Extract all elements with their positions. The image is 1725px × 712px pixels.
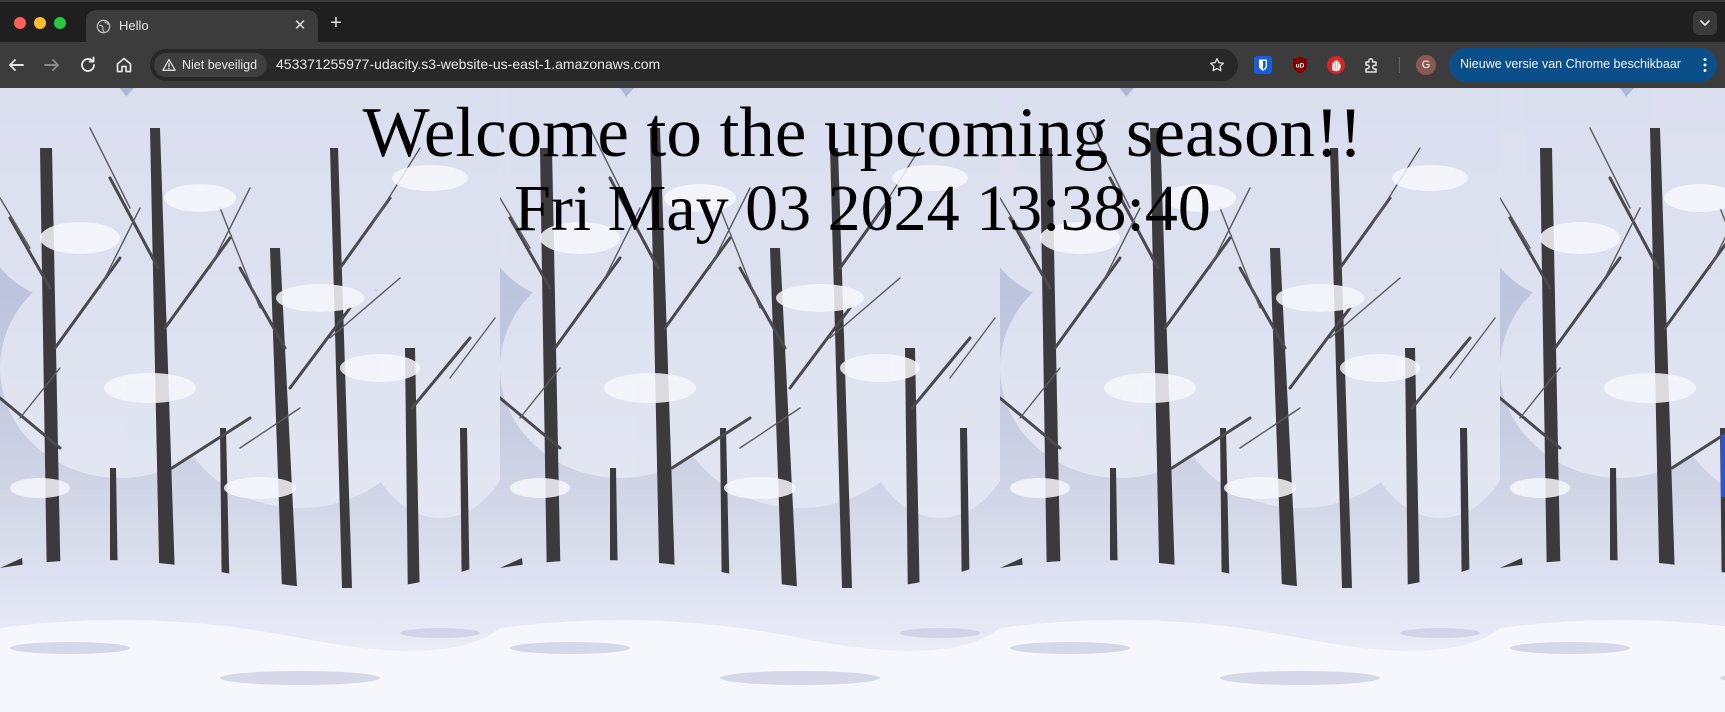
chrome-update-button[interactable]: Nieuwe versie van Chrome beschikbaar <box>1449 48 1717 82</box>
active-tab[interactable]: Hello ✕ <box>86 10 318 44</box>
security-chip[interactable]: Niet beveiligd <box>154 53 268 77</box>
tab-title: Hello <box>119 18 149 33</box>
new-tab-button[interactable]: + <box>324 12 348 36</box>
window-minimize-button[interactable] <box>34 17 46 29</box>
bookmark-star-icon[interactable] <box>1208 56 1226 74</box>
stop-hand-icon[interactable] <box>1326 55 1346 75</box>
tab-search-button[interactable] <box>1693 11 1717 35</box>
profile-avatar[interactable]: G <box>1416 55 1436 75</box>
bitwarden-icon[interactable] <box>1253 55 1273 75</box>
reload-icon[interactable] <box>76 53 100 77</box>
browser-toolbar: Niet beveiligd 453371255977-udacity.s3-w… <box>0 42 1725 88</box>
tab-close-icon[interactable]: ✕ <box>291 17 309 35</box>
toolbar-divider <box>1399 57 1400 73</box>
forward-arrow-icon[interactable] <box>40 53 64 77</box>
update-label: Nieuwe versie van Chrome beschikbaar <box>1460 57 1681 71</box>
kebab-menu-icon[interactable] <box>1703 57 1707 73</box>
warning-triangle-icon <box>162 58 176 71</box>
page-viewport: Welcome to the upcoming season!! Fri May… <box>0 88 1725 712</box>
home-icon[interactable] <box>112 53 136 77</box>
tab-strip: Hello ✕ + <box>0 0 1725 44</box>
chevron-down-icon <box>1700 20 1710 26</box>
back-arrow-icon[interactable] <box>4 53 28 77</box>
address-bar[interactable]: Niet beveiligd 453371255977-udacity.s3-w… <box>150 49 1238 81</box>
date-time-display: Fri May 03 2024 13:38:40 <box>514 172 1211 245</box>
page-heading: Welcome to the upcoming season!! <box>362 94 1363 172</box>
url-text[interactable]: 453371255977-udacity.s3-website-us-east-… <box>276 56 660 72</box>
scroll-indicator[interactable] <box>1721 435 1725 497</box>
puzzle-extensions-icon[interactable] <box>1362 55 1382 75</box>
security-label: Niet beveiligd <box>182 58 258 72</box>
svg-text:uD: uD <box>1296 63 1305 70</box>
globe-icon <box>96 19 111 34</box>
ublock-icon[interactable]: uD <box>1290 55 1310 75</box>
window-zoom-button[interactable] <box>54 17 66 29</box>
window-close-button[interactable] <box>14 17 26 29</box>
